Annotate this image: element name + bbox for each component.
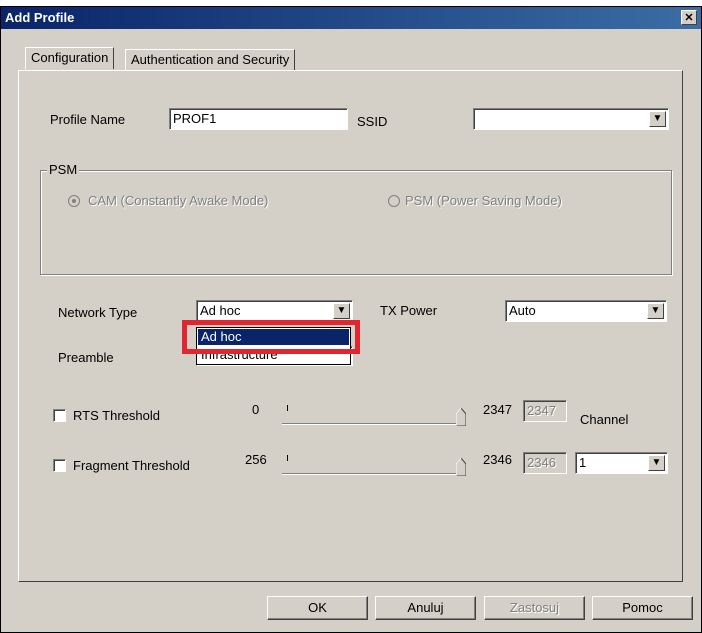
close-icon: ✕ <box>684 12 694 24</box>
rts-slider-tick-start <box>287 405 288 411</box>
close-button[interactable]: ✕ <box>681 10 697 25</box>
rts-slider-track[interactable] <box>282 423 466 425</box>
rts-threshold-checkbox[interactable] <box>53 409 66 422</box>
fragment-slider-track[interactable] <box>282 473 466 475</box>
channel-value: 1 <box>579 455 587 470</box>
fragment-min-label: 256 <box>245 452 267 467</box>
channel-label: Channel <box>580 412 629 427</box>
preamble-label: Preamble <box>58 350 114 365</box>
ssid-combobox[interactable]: ▼ <box>473 108 669 130</box>
network-type-label: Network Type <box>58 305 138 320</box>
tab-authentication-security[interactable]: Authentication and Security <box>125 49 296 70</box>
network-type-value: Ad hoc <box>200 303 241 318</box>
rts-max-label: 2347 <box>483 402 512 417</box>
rts-min-label: 0 <box>252 402 260 417</box>
psm-radio[interactable] <box>388 195 400 207</box>
fragment-slider-thumb[interactable] <box>456 458 466 476</box>
fragment-value-field[interactable]: 2346 <box>523 452 567 474</box>
rts-value-field[interactable]: 2347 <box>523 400 567 422</box>
cam-radio-label: CAM (Constantly Awake Mode) <box>88 193 269 208</box>
psm-group-title: PSM <box>47 162 80 177</box>
tx-power-combobox[interactable]: Auto ▼ <box>505 300 667 322</box>
chevron-down-icon[interactable]: ▼ <box>649 111 666 127</box>
fragment-slider-tick-start <box>287 455 288 461</box>
rts-threshold-label: RTS Threshold <box>73 408 160 423</box>
window-title: Add Profile <box>5 10 75 25</box>
tab-configuration[interactable]: Configuration <box>25 47 115 69</box>
apply-button[interactable]: Zastosuj <box>484 596 585 620</box>
ok-button[interactable]: OK <box>267 596 368 620</box>
cam-radio[interactable] <box>68 195 80 207</box>
tab-authentication-security-label: Authentication and Security <box>131 52 290 67</box>
fragment-max-label: 2346 <box>483 452 512 467</box>
tab-configuration-label: Configuration <box>31 50 109 65</box>
highlight-annotation <box>182 320 360 354</box>
chevron-down-icon[interactable]: ▼ <box>648 455 665 471</box>
rts-slider-thumb[interactable] <box>456 408 466 426</box>
chevron-down-icon[interactable]: ▼ <box>647 303 664 319</box>
network-type-combobox[interactable]: Ad hoc ▼ <box>196 300 353 322</box>
fragment-threshold-checkbox[interactable] <box>53 459 66 472</box>
psm-radio-label: PSM (Power Saving Mode) <box>405 193 562 208</box>
help-button[interactable]: Pomoc <box>592 596 693 620</box>
fragment-threshold-label: Fragment Threshold <box>73 458 190 473</box>
profile-name-label: Profile Name <box>50 112 126 127</box>
psm-groupbox <box>40 170 672 275</box>
title-bar[interactable]: Add Profile ✕ <box>1 7 701 29</box>
chevron-down-icon[interactable]: ▼ <box>333 303 350 319</box>
tx-power-value: Auto <box>509 303 536 318</box>
ssid-label: SSID <box>357 114 388 129</box>
tx-power-label: TX Power <box>380 303 438 318</box>
profile-name-input[interactable]: PROF1 <box>169 108 348 130</box>
cancel-button[interactable]: Anuluj <box>375 596 476 620</box>
channel-combobox[interactable]: 1 ▼ <box>575 452 668 474</box>
